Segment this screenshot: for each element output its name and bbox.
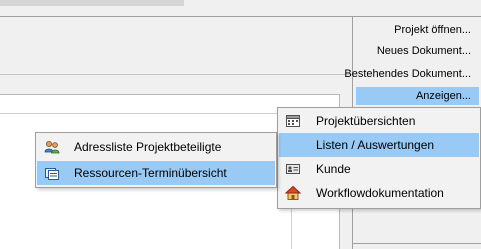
- menu-item-customer[interactable]: Kunde: [279, 157, 479, 181]
- menu-item-label: Workflowdokumentation: [316, 186, 444, 200]
- menu-item-project-overviews[interactable]: Projektübersichten: [279, 109, 479, 133]
- menu-item-resource-schedule[interactable]: Ressourcen-Terminübersicht: [37, 161, 275, 185]
- lists-reports-submenu: Adressliste Projektbeteiligte Ressourcen…: [35, 132, 277, 188]
- menu-item-label: Kunde: [316, 162, 351, 176]
- id-card-icon: [285, 161, 301, 177]
- open-project-command[interactable]: Projekt öffnen...: [394, 22, 471, 38]
- menu-item-label: Projektübersichten: [316, 114, 416, 128]
- show-popup-menu: Projektübersichten Listen / Auswertungen…: [277, 107, 481, 209]
- panel-divider: [353, 243, 481, 244]
- people-icon: [44, 139, 60, 155]
- house-icon: [284, 185, 302, 201]
- menu-item-lists-reports[interactable]: Listen / Auswertungen: [279, 133, 479, 157]
- header-divider: [0, 74, 352, 75]
- horizontal-scrollbar[interactable]: [0, 0, 184, 6]
- menu-item-workflow-documentation[interactable]: Workflowdokumentation: [279, 181, 479, 205]
- menu-item-label: Adressliste Projektbeteiligte: [74, 140, 222, 154]
- existing-document-command[interactable]: Bestehendes Dokument...: [344, 66, 471, 82]
- show-command[interactable]: Anzeigen...: [416, 88, 471, 104]
- menu-item-address-list[interactable]: Adressliste Projektbeteiligte: [37, 135, 275, 159]
- calendar-icon: [285, 113, 301, 129]
- menu-item-label: Ressourcen-Terminübersicht: [74, 166, 227, 180]
- new-document-command[interactable]: Neues Dokument...: [377, 43, 471, 59]
- menu-item-label: Listen / Auswertungen: [316, 138, 435, 152]
- resource-schedule-icon: [44, 165, 60, 181]
